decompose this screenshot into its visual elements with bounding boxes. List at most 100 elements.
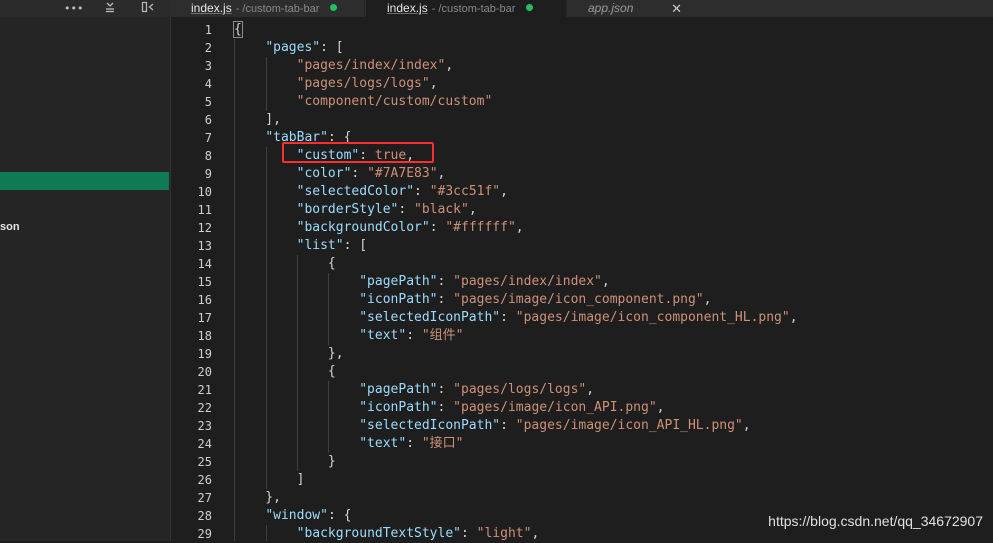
code-punctuation <box>234 310 359 325</box>
code-punctuation: , <box>586 382 595 397</box>
code-punctuation: , <box>656 400 665 415</box>
code-punctuation: , <box>468 202 477 217</box>
sidebar-selected-item[interactable] <box>0 172 169 190</box>
tab-title: index.js <box>387 1 428 15</box>
code-punctuation: , <box>429 76 438 91</box>
line-number: 23 <box>197 419 212 433</box>
code-punctuation: : <box>351 166 368 181</box>
json-value: "#ffffff" <box>445 220 516 235</box>
code-punctuation: , <box>703 292 712 307</box>
line-number-gutter: 1 2 3 4 5 6 7 8 9 10 11 12 13 14 15 16 17 18 19 20 21 22 23 24 2… <box>170 21 212 543</box>
code-line[interactable]: }, <box>234 489 993 507</box>
code-punctuation: : <box>406 436 422 451</box>
code-punctuation <box>234 94 297 109</box>
code-punctuation: , <box>531 526 540 541</box>
code-punctuation: : <box>406 328 422 343</box>
code-punctuation <box>234 400 359 415</box>
json-key: "pagePath" <box>359 382 438 397</box>
code-line[interactable]: "pagePath": "pages/index/index", <box>234 273 993 291</box>
code-line[interactable]: }, <box>234 345 993 363</box>
line-number: 15 <box>197 275 212 289</box>
code-line[interactable]: "list": [ <box>234 237 993 255</box>
code-line[interactable]: "iconPath": "pages/image/icon_API.png", <box>234 399 993 417</box>
tab-app-json[interactable]: app.json ✕ <box>566 0 696 17</box>
code-line[interactable]: "pages": [ <box>234 39 993 57</box>
code-punctuation: : [ <box>343 238 368 253</box>
tab-path: - /custom-tab-bar <box>235 3 320 15</box>
line-number: 2 <box>204 41 212 55</box>
code-line[interactable]: "color": "#7A7E83", <box>234 165 993 183</box>
code-punctuation <box>234 184 297 199</box>
code-punctuation: : <box>414 184 430 199</box>
code-punctuation: , <box>445 58 454 73</box>
code-punctuation <box>234 382 359 397</box>
code-punctuation: , <box>437 166 446 181</box>
code-line[interactable]: { <box>234 255 993 273</box>
code-line[interactable]: "selectedColor": "#3cc51f", <box>234 183 993 201</box>
json-value: "pages/image/icon_API.png" <box>453 400 657 415</box>
line-number: 3 <box>204 59 212 73</box>
split-editor-icon[interactable] <box>139 0 157 17</box>
code-punctuation <box>234 526 297 541</box>
code-punctuation: } <box>234 454 336 469</box>
unsaved-dot-icon <box>526 4 534 11</box>
json-key: "iconPath" <box>359 400 438 415</box>
line-number: 21 <box>197 383 212 397</box>
line-number: 17 <box>197 311 212 325</box>
code-line[interactable]: "iconPath": "pages/image/icon_component.… <box>234 291 993 309</box>
sidebar-toolbar: ••• <box>0 0 170 17</box>
code-punctuation <box>234 166 297 181</box>
line-number: 5 <box>204 95 212 109</box>
line-number: 9 <box>204 167 212 181</box>
code-punctuation <box>234 328 359 343</box>
line-number: 18 <box>197 329 212 343</box>
json-key: "backgroundTextStyle" <box>296 526 461 541</box>
close-icon[interactable]: ✕ <box>671 0 682 17</box>
more-horizontal-icon[interactable]: ••• <box>64 0 83 17</box>
collapse-all-icon[interactable] <box>101 0 119 17</box>
code-line[interactable]: "component/custom/custom" <box>234 93 993 111</box>
line-number: 20 <box>197 365 212 379</box>
code-line[interactable]: ] <box>234 471 993 489</box>
code-punctuation: { <box>234 364 336 379</box>
line-number: 25 <box>197 455 212 469</box>
json-key: "iconPath" <box>359 292 438 307</box>
code-punctuation <box>234 220 297 235</box>
code-punctuation: : <box>398 202 415 217</box>
json-key: "pagePath" <box>359 274 438 289</box>
code-line[interactable]: "pages/index/index", <box>234 57 993 75</box>
json-value: "component/custom/custom" <box>296 94 493 109</box>
code-line[interactable]: "selectedIconPath": "pages/image/icon_AP… <box>234 417 993 435</box>
json-value: "light" <box>476 526 532 541</box>
json-value: "pages/image/icon_component.png" <box>453 292 704 307</box>
line-number: 22 <box>197 401 212 415</box>
code-line[interactable]: "borderStyle": "black", <box>234 201 993 219</box>
line-number: 6 <box>204 113 212 127</box>
json-key: "selectedColor" <box>296 184 415 199</box>
json-value: "组件" <box>421 328 464 343</box>
code-punctuation: : [ <box>320 40 344 55</box>
code-line[interactable]: ], <box>234 111 993 129</box>
tab-index-js-2[interactable]: index.js - /custom-tab-bar <box>366 0 566 17</box>
json-value: "#3cc51f" <box>429 184 501 199</box>
code-punctuation <box>234 418 359 433</box>
code-line[interactable]: "backgroundColor": "#ffffff", <box>234 219 993 237</box>
code-line[interactable]: "pagePath": "pages/logs/logs", <box>234 381 993 399</box>
code-line[interactable]: "text": "接口" <box>234 435 993 453</box>
code-punctuation: : <box>437 292 454 307</box>
code-line[interactable]: "pages/logs/logs", <box>234 75 993 93</box>
json-key: "backgroundColor" <box>296 220 430 235</box>
line-number: 19 <box>197 347 212 361</box>
sidebar-item-label[interactable]: son <box>0 218 20 236</box>
code-line[interactable]: { <box>234 363 993 381</box>
code-line[interactable]: { <box>233 21 993 39</box>
code-editor[interactable]: { "pages": [ "pages/index/index", "pages… <box>233 21 993 543</box>
line-number: 12 <box>197 221 212 235</box>
code-punctuation: : <box>437 400 454 415</box>
code-line[interactable]: "text": "组件" <box>234 327 993 345</box>
code-line[interactable]: "selectedIconPath": "pages/image/icon_co… <box>234 309 993 327</box>
tab-index-js-1[interactable]: index.js - /custom-tab-bar <box>170 0 365 17</box>
code-line[interactable]: } <box>234 453 993 471</box>
code-punctuation: : <box>461 526 477 541</box>
code-punctuation: , <box>742 418 751 433</box>
